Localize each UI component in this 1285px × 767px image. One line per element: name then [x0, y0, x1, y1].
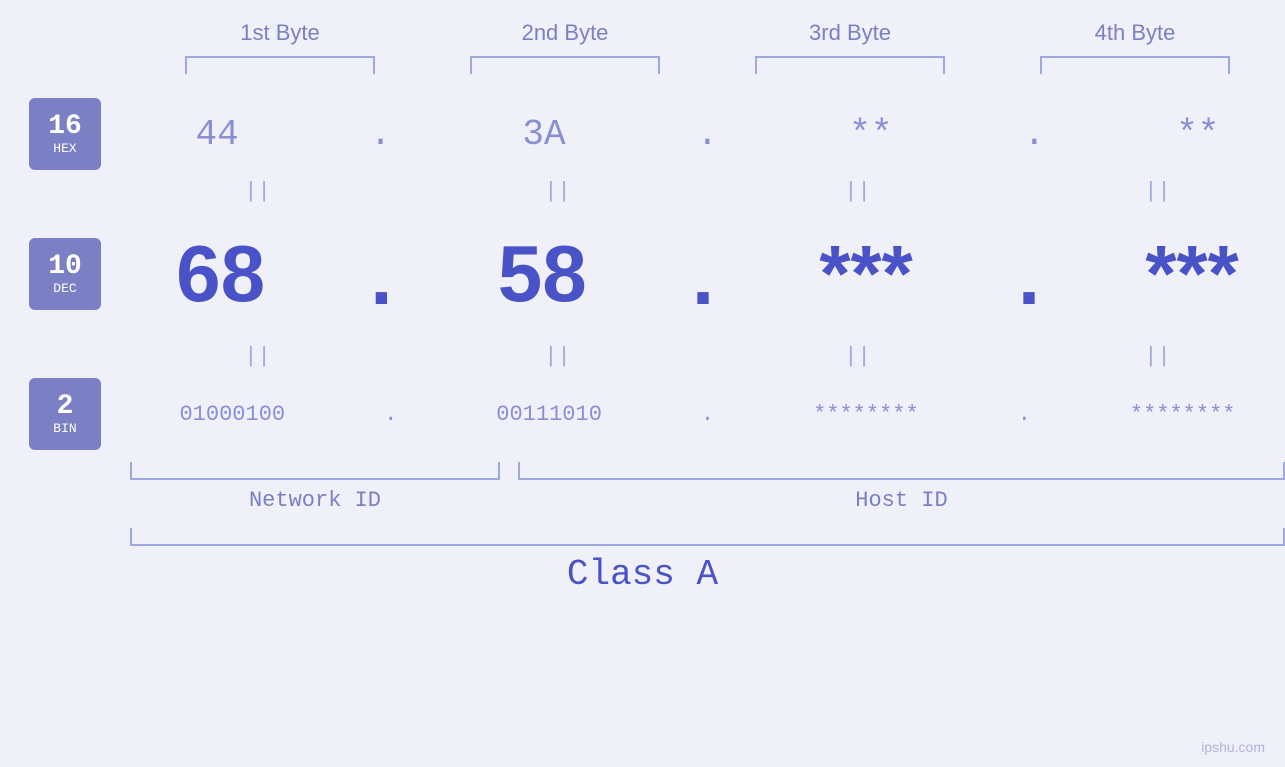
dec-badge-label: DEC: [53, 281, 76, 296]
overall-bracket-spacer: [0, 528, 130, 546]
bin-byte-1: 01000100: [179, 402, 285, 427]
hex-badge-area: 16 HEX: [0, 98, 130, 170]
hex-badge: 16 HEX: [29, 98, 101, 170]
network-id-label: Network ID: [130, 488, 500, 513]
hex-full-row: 16 HEX 44 . 3A . ** . **: [0, 94, 1285, 174]
id-gap: [500, 488, 518, 513]
dec-badge: 10 DEC: [29, 238, 101, 310]
watermark: ipshu.com: [1201, 739, 1265, 755]
dec-full-row: 10 DEC 68 . 58 . *** . ***: [0, 209, 1285, 339]
eq-3: ||: [738, 179, 978, 204]
equals-row-1: || || || ||: [0, 174, 1285, 209]
host-id-label: Host ID: [518, 488, 1285, 513]
id-label-spacer: [0, 488, 130, 513]
bracket-gap: [500, 462, 518, 480]
hex-byte-1: 44: [196, 114, 239, 155]
equals-row-2: || || || ||: [0, 339, 1285, 374]
byte-header-4: 4th Byte: [1015, 20, 1255, 46]
eq-6: ||: [438, 344, 678, 369]
dec-byte-1: 68: [176, 228, 265, 320]
bin-byte-2: 00111010: [496, 402, 602, 427]
bracket-4: [1040, 56, 1230, 74]
top-brackets: [138, 56, 1278, 74]
bin-dot-1: .: [384, 402, 397, 427]
hex-dot-2: .: [697, 114, 719, 155]
main-container: 1st Byte 2nd Byte 3rd Byte 4th Byte 16 H…: [0, 0, 1285, 767]
overall-bracket: [130, 528, 1285, 546]
bracket-spacer: [0, 462, 130, 480]
bracket-1: [185, 56, 375, 74]
bin-byte-3: ********: [813, 402, 919, 427]
dec-dot-1: .: [357, 244, 405, 324]
byte-header-1: 1st Byte: [160, 20, 400, 46]
hex-byte-2: 3A: [522, 114, 565, 155]
hex-data-area: 44 . 3A . ** . **: [130, 114, 1285, 155]
id-labels-row: Network ID Host ID: [0, 488, 1285, 513]
class-label: Class A: [567, 554, 718, 595]
hex-dot-1: .: [370, 114, 392, 155]
overall-bracket-row: [0, 528, 1285, 546]
byte-headers-row: 1st Byte 2nd Byte 3rd Byte 4th Byte: [138, 20, 1278, 46]
hex-dot-3: .: [1024, 114, 1046, 155]
dec-dot-2: .: [679, 244, 727, 324]
bin-badge-number: 2: [57, 393, 74, 421]
bin-badge-area: 2 BIN: [0, 378, 130, 450]
bin-badge: 2 BIN: [29, 378, 101, 450]
dec-data-area: 68 . 58 . *** . ***: [130, 228, 1285, 320]
network-bracket: [130, 462, 500, 480]
bottom-bracket-row: [0, 462, 1285, 480]
bin-data-area: 01000100 . 00111010 . ******** . *******…: [130, 402, 1285, 427]
bin-byte-4: ********: [1130, 402, 1236, 427]
bin-dot-2: .: [701, 402, 714, 427]
hex-byte-4: **: [1176, 114, 1219, 155]
eq-1: ||: [138, 179, 378, 204]
hex-badge-label: HEX: [53, 141, 76, 156]
dec-badge-number: 10: [48, 253, 82, 281]
eq-area-1: || || || ||: [130, 179, 1285, 204]
dec-byte-3: ***: [819, 228, 912, 320]
eq-area-2: || || || ||: [130, 344, 1285, 369]
dec-badge-area: 10 DEC: [0, 238, 130, 310]
bracket-2: [470, 56, 660, 74]
eq-7: ||: [738, 344, 978, 369]
hex-byte-3: **: [849, 114, 892, 155]
byte-header-3: 3rd Byte: [730, 20, 970, 46]
eq-8: ||: [1038, 344, 1278, 369]
dec-byte-4: ***: [1145, 228, 1238, 320]
byte-header-2: 2nd Byte: [445, 20, 685, 46]
bracket-3: [755, 56, 945, 74]
eq-4: ||: [1038, 179, 1278, 204]
hex-badge-number: 16: [48, 113, 82, 141]
eq-5: ||: [138, 344, 378, 369]
bin-full-row: 2 BIN 01000100 . 00111010 . ******** . *…: [0, 374, 1285, 454]
host-bracket: [518, 462, 1285, 480]
bin-badge-label: BIN: [53, 421, 76, 436]
dec-byte-2: 58: [498, 228, 587, 320]
dec-dot-3: .: [1005, 244, 1053, 324]
eq-2: ||: [438, 179, 678, 204]
bin-dot-3: .: [1018, 402, 1031, 427]
class-label-container: Class A: [567, 554, 718, 595]
